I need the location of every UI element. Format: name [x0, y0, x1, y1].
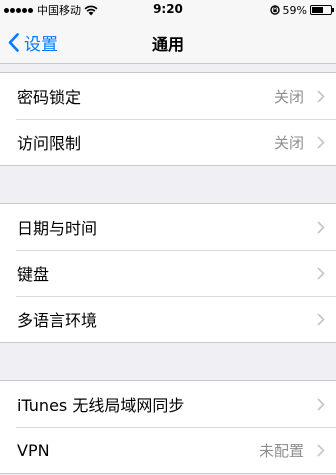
- row-label: iTunes 无线局域网同步: [17, 396, 185, 415]
- page-title: 通用: [151, 35, 184, 54]
- navigation-bar: 设置 通用: [0, 20, 336, 64]
- row-value: 关闭: [273, 87, 304, 106]
- chevron-right-icon: [317, 90, 325, 102]
- row-passcode-lock[interactable]: 密码锁定 关闭: [0, 73, 336, 119]
- row-label: 密码锁定: [17, 88, 82, 107]
- row-date-time[interactable]: 日期与时间: [0, 204, 336, 250]
- chevron-right-icon: [317, 267, 325, 279]
- battery-icon: [310, 5, 334, 15]
- battery-percent: 59%: [282, 3, 307, 17]
- row-vpn[interactable]: VPN 未配置: [0, 427, 336, 473]
- settings-group-network: iTunes 无线局域网同步 VPN 未配置: [0, 380, 336, 474]
- row-label: 多语言环境: [17, 311, 98, 330]
- row-value: 关闭: [273, 133, 304, 152]
- chevron-right-icon: [317, 313, 325, 325]
- status-bar: 中国移动 9:20 59%: [0, 0, 336, 20]
- status-right: 59%: [269, 3, 334, 17]
- row-international[interactable]: 多语言环境: [0, 296, 336, 342]
- settings-general-screen: 中国移动 9:20 59% 设置 通用 密码锁定 关闭 访问限制 关闭 日期与时…: [0, 0, 336, 475]
- settings-group-regional: 日期与时间 键盘 多语言环境: [0, 203, 336, 343]
- chevron-right-icon: [317, 398, 325, 410]
- row-label: VPN: [17, 440, 50, 460]
- row-label: 键盘: [17, 265, 50, 284]
- rotation-lock-icon: [269, 5, 280, 15]
- battery-fill: [312, 7, 323, 13]
- chevron-right-icon: [317, 444, 325, 456]
- chevron-right-icon: [317, 221, 325, 233]
- chevron-right-icon: [317, 136, 325, 148]
- row-label: 日期与时间: [17, 219, 98, 238]
- row-label: 访问限制: [17, 134, 82, 153]
- row-itunes-wifi-sync[interactable]: iTunes 无线局域网同步: [0, 381, 336, 427]
- settings-group-security: 密码锁定 关闭 访问限制 关闭: [0, 72, 336, 166]
- row-restrictions[interactable]: 访问限制 关闭: [0, 119, 336, 165]
- row-value: 未配置: [258, 441, 304, 460]
- row-keyboard[interactable]: 键盘: [0, 250, 336, 296]
